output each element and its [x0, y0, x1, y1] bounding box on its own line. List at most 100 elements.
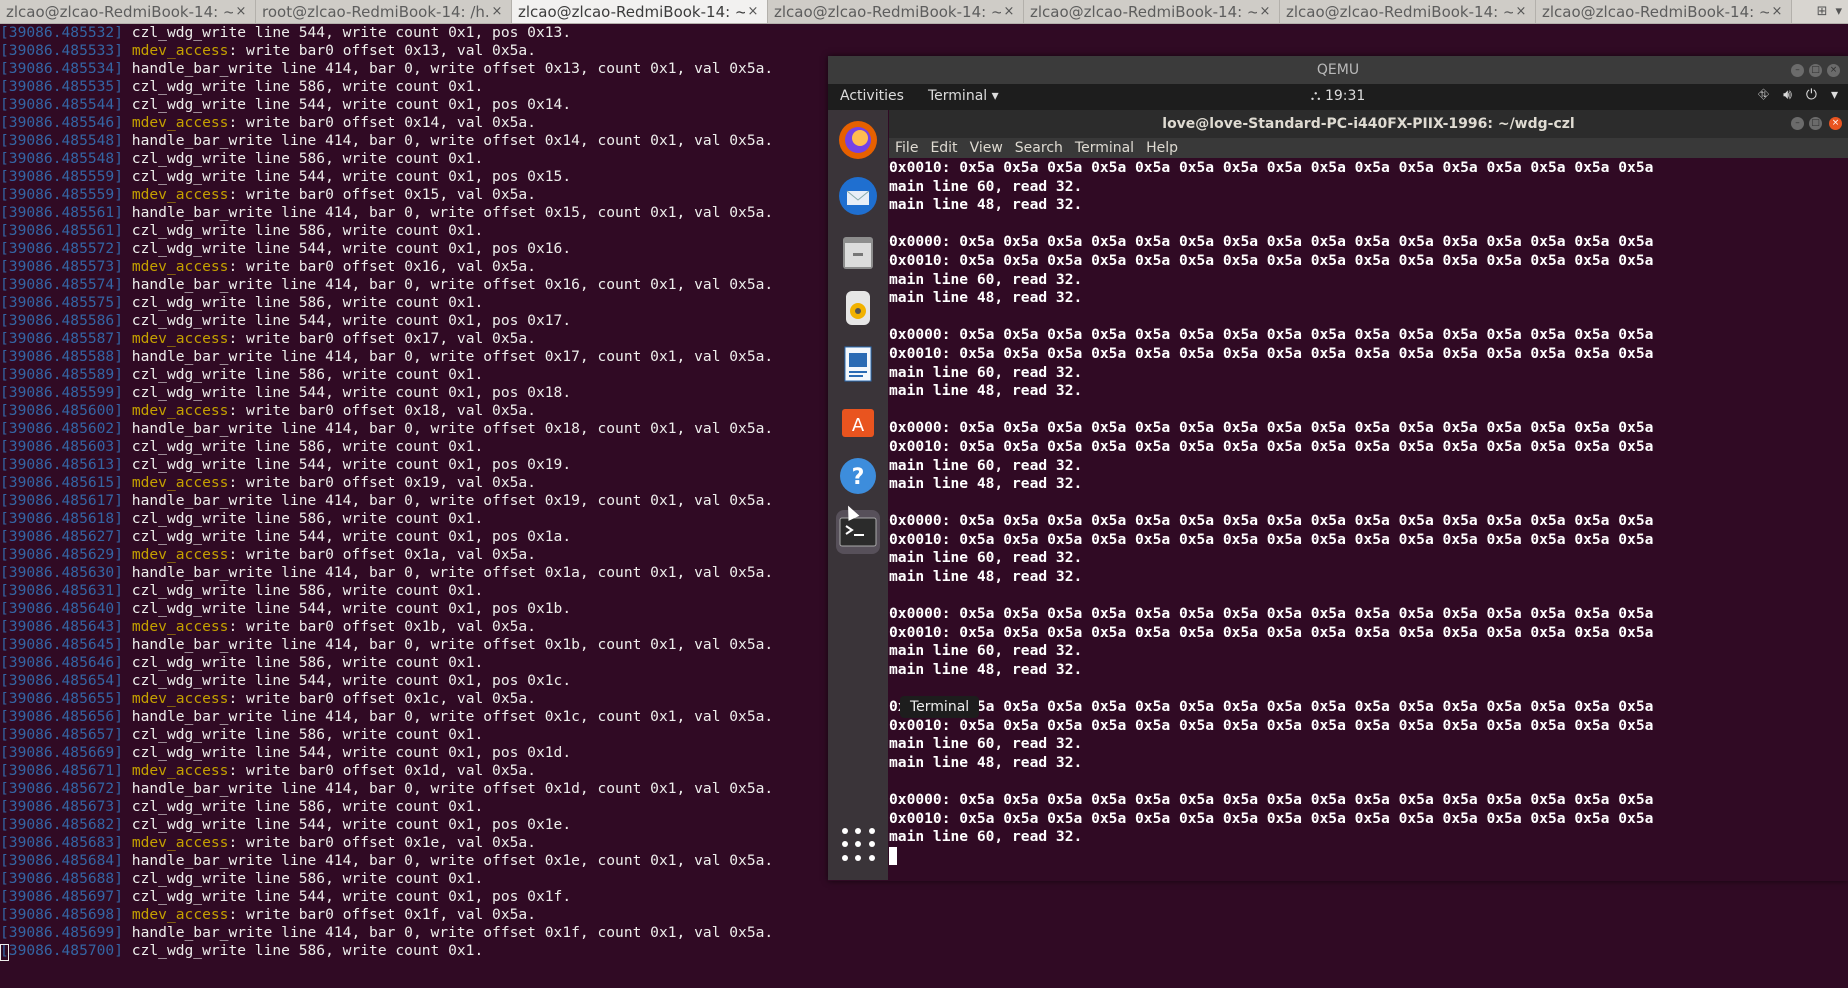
- tab-4[interactable]: zlcao@zlcao-RedmiBook-14: ~... ×: [1024, 0, 1280, 23]
- log-timestamp: [39086.485684]: [0, 852, 124, 869]
- log-timestamp: [39086.485615]: [0, 474, 124, 491]
- host-log-line: [39086.485559] mdev_access: write bar0 o…: [0, 186, 830, 204]
- log-timestamp: [39086.485548]: [0, 132, 124, 149]
- guest-output-line: 0x0010: 0x5a 0x5a 0x5a 0x5a 0x5a 0x5a 0x…: [889, 159, 1654, 176]
- guest-output-line: 0x0000: 0x5a 0x5a 0x5a 0x5a 0x5a 0x5a 0x…: [889, 419, 1654, 437]
- tab-label: zlcao@zlcao-RedmiBook-14: ~...: [774, 2, 1001, 21]
- log-message: handle_bar_write line 414, bar 0, write …: [123, 492, 774, 509]
- rhythmbox-icon[interactable]: [836, 286, 880, 330]
- log-timestamp: [39086.485669]: [0, 744, 124, 761]
- host-terminal-output[interactable]: [39086.485532] czl_wdg_write line 544, w…: [0, 24, 830, 988]
- log-timestamp: [39086.485656]: [0, 708, 124, 725]
- network-icon[interactable]: ⛗: [1758, 87, 1769, 103]
- log-timestamp: [39086.485534]: [0, 60, 124, 77]
- tab-1[interactable]: root@zlcao-RedmiBook-14: /h... ×: [256, 0, 512, 23]
- menu-edit[interactable]: Edit: [930, 138, 957, 158]
- host-log-line: [39086.485572] czl_wdg_write line 544, w…: [0, 240, 830, 258]
- terminal-app-icon[interactable]: [836, 510, 880, 554]
- libreoffice-writer-icon[interactable]: [836, 342, 880, 386]
- menu-file[interactable]: File: [895, 138, 918, 158]
- log-mdev-access: mdev_access: [131, 762, 229, 779]
- volume-icon[interactable]: 🔊︎: [1783, 87, 1792, 103]
- log-message: czl_wdg_write line 544, write count 0x1,…: [123, 528, 572, 545]
- menu-help[interactable]: Help: [1146, 138, 1178, 158]
- guest-close-icon[interactable]: ×: [1829, 117, 1842, 130]
- log-timestamp: [39086.485617]: [0, 492, 124, 509]
- tab-close-icon[interactable]: ×: [1001, 4, 1017, 19]
- guest-terminal-window[interactable]: love@love-Standard-PC-i440FX-PIIX-1996: …: [889, 110, 1848, 880]
- host-log-line: [39086.485682] czl_wdg_write line 544, w…: [0, 816, 830, 834]
- log-timestamp: [39086.485629]: [0, 546, 124, 563]
- log-spacer: [123, 186, 132, 203]
- tab-6[interactable]: zlcao@zlcao-RedmiBook-14: ~... ×: [1536, 0, 1792, 23]
- log-message: czl_wdg_write line 544, write count 0x1,…: [123, 816, 572, 833]
- host-log-line: [39086.485657] czl_wdg_write line 586, w…: [0, 726, 830, 744]
- show-applications-icon[interactable]: [842, 828, 876, 862]
- tab-2[interactable]: zlcao@zlcao-RedmiBook-14: ~... ×: [512, 0, 768, 23]
- log-timestamp: [39086.485688]: [0, 870, 124, 887]
- guest-terminal-title: love@love-Standard-PC-i440FX-PIIX-1996: …: [889, 110, 1848, 138]
- tab-close-icon[interactable]: ×: [233, 4, 249, 19]
- log-spacer: [123, 330, 132, 347]
- guest-output-line: main line 48, read 32.: [889, 754, 1083, 771]
- log-message: czl_wdg_write line 544, write count 0x1,…: [123, 96, 572, 113]
- host-log-line: [39086.485673] czl_wdg_write line 586, w…: [0, 798, 830, 816]
- guest-terminal-output[interactable]: 0x0010: 0x5a 0x5a 0x5a 0x5a 0x5a 0x5a 0x…: [889, 159, 1848, 879]
- thunderbird-icon[interactable]: [836, 174, 880, 218]
- tab-3[interactable]: zlcao@zlcao-RedmiBook-14: ~... ×: [768, 0, 1024, 23]
- firefox-icon[interactable]: [836, 118, 880, 162]
- tab-close-icon[interactable]: ×: [489, 4, 505, 19]
- qemu-close-icon[interactable]: ×: [1827, 64, 1840, 77]
- log-mdev-access: mdev_access: [131, 834, 229, 851]
- host-log-line: [39086.485631] czl_wdg_write line 586, w…: [0, 582, 830, 600]
- host-log-line: [39086.485700] czl_wdg_write line 586, w…: [0, 942, 830, 960]
- host-log-line: [39086.485669] czl_wdg_write line 544, w…: [0, 744, 830, 762]
- log-timestamp: [39086.485574]: [0, 276, 124, 293]
- guest-output-line: main line 60, read 32.: [889, 363, 1083, 381]
- tab-close-icon[interactable]: ×: [745, 4, 761, 19]
- clock[interactable]: ⛬ 19:31: [828, 88, 1848, 104]
- log-timestamp: [39086.485700]: [0, 942, 124, 959]
- log-message: czl_wdg_write line 586, write count 0x1.: [123, 294, 484, 311]
- menu-view[interactable]: View: [970, 138, 1003, 158]
- guest-maximize-icon[interactable]: □: [1809, 117, 1822, 130]
- power-icon[interactable]: ⏻: [1806, 87, 1817, 103]
- qemu-window[interactable]: QEMU – □ × Activities Terminal ▾ ⛬ 19:31…: [828, 56, 1848, 881]
- new-tab-icon[interactable]: ⊞: [1817, 4, 1828, 19]
- host-log-line: [39086.485587] mdev_access: write bar0 o…: [0, 330, 830, 348]
- host-log-line: [39086.485588] handle_bar_write line 414…: [0, 348, 830, 366]
- log-message: : write bar0 offset 0x18, val 0x5a.: [228, 402, 536, 419]
- log-spacer: [123, 42, 132, 59]
- log-timestamp: [39086.485655]: [0, 690, 124, 707]
- files-icon[interactable]: [836, 230, 880, 274]
- chevron-down-icon[interactable]: ▾: [1831, 87, 1838, 103]
- host-log-line: [39086.485548] czl_wdg_write line 586, w…: [0, 150, 830, 168]
- log-message: czl_wdg_write line 544, write count 0x1,…: [123, 168, 572, 185]
- tab-0[interactable]: zlcao@zlcao-RedmiBook-14: ~... ×: [0, 0, 256, 23]
- log-message: : write bar0 offset 0x17, val 0x5a.: [228, 330, 536, 347]
- help-icon[interactable]: ?: [836, 454, 880, 498]
- guest-output-line: [889, 401, 1848, 420]
- tab-5[interactable]: zlcao@zlcao-RedmiBook-14: ~... ×: [1280, 0, 1536, 23]
- guest-minimize-icon[interactable]: –: [1791, 117, 1804, 130]
- menu-terminal[interactable]: Terminal: [1075, 138, 1134, 158]
- tab-close-icon[interactable]: ×: [1513, 4, 1529, 19]
- log-message: czl_wdg_write line 544, write count 0x1,…: [123, 744, 572, 761]
- log-message: : write bar0 offset 0x19, val 0x5a.: [228, 474, 536, 491]
- log-message: czl_wdg_write line 544, write count 0x1,…: [123, 24, 572, 41]
- tab-close-icon[interactable]: ×: [1769, 4, 1785, 19]
- log-message: handle_bar_write line 414, bar 0, write …: [123, 636, 774, 653]
- tab-list-chevron-icon[interactable]: ▾: [1835, 4, 1842, 19]
- svg-text:A: A: [852, 415, 865, 436]
- qemu-maximize-icon[interactable]: □: [1809, 64, 1822, 77]
- log-timestamp: [39086.485559]: [0, 168, 124, 185]
- menu-search[interactable]: Search: [1015, 138, 1063, 158]
- system-tray[interactable]: ⛗ 🔊︎ ⏻ ▾: [1758, 87, 1838, 103]
- guest-output-line: 0x0010: 0x5a 0x5a 0x5a 0x5a 0x5a 0x5a 0x…: [889, 530, 1654, 548]
- qemu-minimize-icon[interactable]: –: [1791, 64, 1804, 77]
- host-log-line: [39086.485646] czl_wdg_write line 586, w…: [0, 654, 830, 672]
- log-mdev-access: mdev_access: [131, 114, 229, 131]
- tab-close-icon[interactable]: ×: [1257, 4, 1273, 19]
- software-center-icon[interactable]: A: [836, 398, 880, 442]
- guest-output-line: 0x0000: 0x5a 0x5a 0x5a 0x5a 0x5a 0x5a 0x…: [889, 512, 1654, 530]
